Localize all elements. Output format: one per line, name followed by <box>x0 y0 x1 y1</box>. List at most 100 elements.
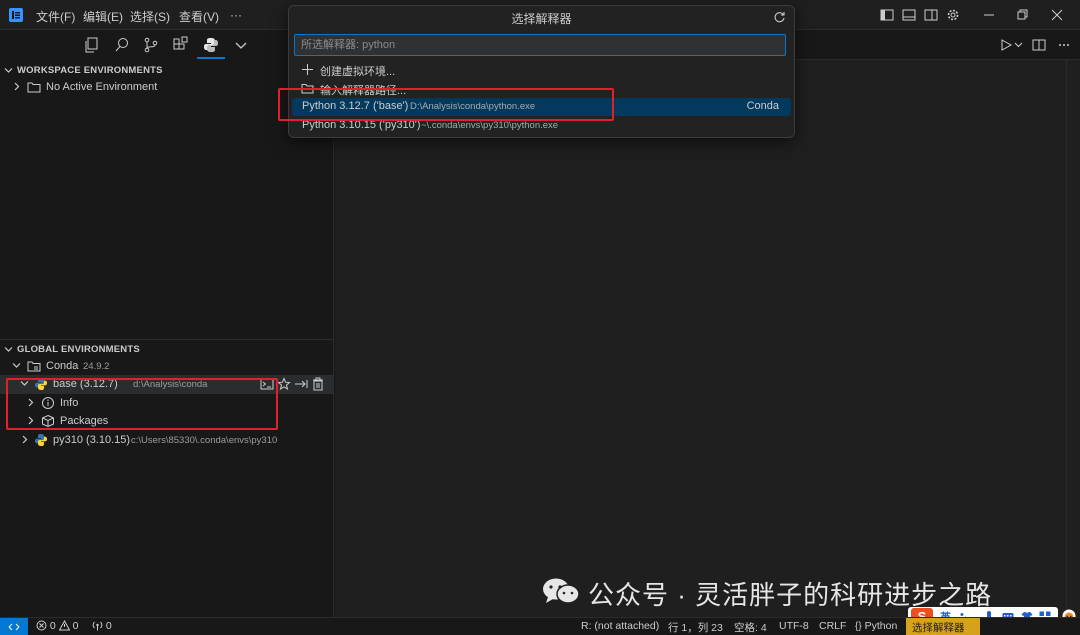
interpreter-search-input[interactable] <box>294 34 786 56</box>
chevron-down-icon <box>12 363 21 368</box>
chevron-right-icon <box>28 416 34 425</box>
packages-row[interactable]: Packages <box>0 412 334 431</box>
ports-indicator[interactable]: 0 <box>92 620 112 632</box>
set-environment-icon[interactable] <box>294 377 308 391</box>
file-encoding[interactable]: UTF-8 <box>779 620 809 632</box>
vscode-logo-icon <box>9 8 23 22</box>
quickpick-title: 选择解释器 <box>511 12 572 26</box>
env-path: c:\Users\85330\.conda\envs\py310 <box>131 435 278 446</box>
status-bar: 0 0 0 R: (not attached) 行 1，列 23 空格: 4 U… <box>0 617 1080 635</box>
toggle-panel-icon[interactable] <box>902 8 916 22</box>
conda-row[interactable]: Conda 24.9.2 <box>0 357 334 376</box>
remote-icon <box>8 623 20 631</box>
create-venv-option[interactable]: 创建虚拟环境... <box>292 61 791 79</box>
row-label: Packages <box>60 415 109 427</box>
toggle-sidebar-icon[interactable] <box>880 8 894 22</box>
terminal-icon[interactable] <box>260 377 274 391</box>
row-label: base (3.12.7) <box>53 378 118 390</box>
problems-indicator[interactable]: 0 0 <box>36 619 79 632</box>
row-label: No Active Environment <box>46 81 158 93</box>
remote-indicator[interactable] <box>0 618 28 635</box>
delete-trash-icon[interactable] <box>311 377 325 391</box>
sidebar: WORKSPACE ENVIRONMENTS No Active Environ… <box>0 30 334 617</box>
close-window-icon[interactable] <box>1050 8 1064 22</box>
settings-gear-icon[interactable] <box>946 8 960 22</box>
info-icon <box>42 397 54 409</box>
wechat-logo-icon <box>543 578 580 604</box>
search-icon[interactable] <box>113 36 131 54</box>
toggle-secondary-sidebar-icon[interactable] <box>924 8 938 22</box>
refresh-icon[interactable] <box>773 11 786 24</box>
folder-icon <box>301 84 314 94</box>
chevron-right-icon <box>14 82 20 91</box>
chevron-down-icon <box>20 381 29 386</box>
menu-edit[interactable]: 编辑(E) <box>83 8 123 25</box>
python-environments-icon[interactable] <box>202 36 220 54</box>
warning-icon <box>58 619 71 631</box>
menu-file[interactable]: 文件(F) <box>36 8 75 25</box>
plus-icon <box>302 64 313 75</box>
section-title: WORKSPACE ENVIRONMENTS <box>17 65 163 76</box>
menu-view[interactable]: 查看(V) <box>179 8 219 25</box>
option-path: D:\Analysis\conda\python.exe <box>410 101 536 112</box>
no-active-environment-row[interactable]: No Active Environment <box>0 78 334 97</box>
restore-icon[interactable] <box>1015 8 1029 22</box>
chevron-down-icon[interactable] <box>232 36 250 54</box>
select-interpreter-quickpick: 选择解释器 创建虚拟环境... 输入解释器路径... Python 3.12.7… <box>288 5 795 138</box>
package-icon <box>42 414 54 428</box>
info-row[interactable]: Info <box>0 394 334 413</box>
star-icon[interactable] <box>277 377 291 391</box>
error-count: 0 <box>49 620 56 632</box>
option-label: 创建虚拟环境... <box>320 66 396 78</box>
python-logo-icon <box>35 378 47 390</box>
row-label: Conda <box>46 360 79 372</box>
extensions-icon[interactable] <box>172 36 190 54</box>
source-control-icon[interactable] <box>142 36 160 54</box>
interpreter-label: 选择解释器 <box>912 622 965 634</box>
explorer-icon[interactable] <box>83 36 101 54</box>
split-editor-icon[interactable] <box>1032 38 1046 52</box>
python-base-option[interactable]: Python 3.12.7 ('base') D:\Analysis\conda… <box>292 98 791 116</box>
r-session-status[interactable]: R: (not attached) <box>581 620 659 632</box>
ports-count: 0 <box>105 620 112 632</box>
python-py310-option[interactable]: Python 3.10.15 ('py310') ~\.conda\envs\p… <box>292 117 791 135</box>
folder-library-icon <box>27 361 41 372</box>
folder-icon <box>27 82 41 93</box>
chevron-right-icon <box>28 398 34 407</box>
cursor-position[interactable]: 行 1，列 23 <box>668 620 723 635</box>
menu-select[interactable]: 选择(S) <box>130 8 170 25</box>
run-play-icon[interactable] <box>999 38 1013 52</box>
option-env-type: Conda <box>746 100 779 112</box>
warning-count: 0 <box>72 620 79 632</box>
more-actions-icon[interactable] <box>1057 38 1071 52</box>
option-label: Python 3.12.7 ('base') <box>302 100 409 112</box>
py310-environment-row[interactable]: py310 (3.10.15) c:\Users\85330\.conda\en… <box>0 431 334 450</box>
python-logo-icon <box>35 434 47 446</box>
option-path: ~\.conda\envs\py310\python.exe <box>421 120 559 131</box>
language-mode[interactable]: {} Python <box>855 620 897 632</box>
option-label: 输入解释器路径... <box>320 85 407 97</box>
row-label: Info <box>60 397 79 409</box>
section-title: GLOBAL ENVIRONMENTS <box>17 344 140 355</box>
enter-interpreter-path-option[interactable]: 输入解释器路径... <box>292 80 791 98</box>
minimize-icon[interactable] <box>982 8 996 22</box>
conda-version: 24.9.2 <box>83 361 110 372</box>
end-of-line[interactable]: CRLF <box>819 620 846 632</box>
language-label: Python <box>864 620 898 632</box>
indentation-setting[interactable]: 空格: 4 <box>734 620 767 635</box>
sidebar-toolbar <box>0 30 334 60</box>
chevron-down-icon[interactable] <box>1014 38 1023 52</box>
menu-more[interactable]: ··· <box>230 8 242 22</box>
chevron-down-icon <box>4 68 13 73</box>
base-environment-row[interactable]: base (3.12.7) d:\Analysis\conda <box>0 375 334 394</box>
env-path: d:\Analysis\conda <box>133 379 208 390</box>
row-label: py310 (3.10.15) <box>53 434 131 446</box>
option-label: Python 3.10.15 ('py310') <box>302 119 421 131</box>
active-view-indicator <box>197 57 225 59</box>
braces-icon: {} <box>855 621 862 632</box>
editor-scrollbar[interactable] <box>1066 60 1080 617</box>
error-icon <box>36 620 47 631</box>
chevron-down-icon <box>4 347 13 352</box>
chevron-right-icon <box>22 435 28 444</box>
broadcast-icon <box>92 621 103 631</box>
